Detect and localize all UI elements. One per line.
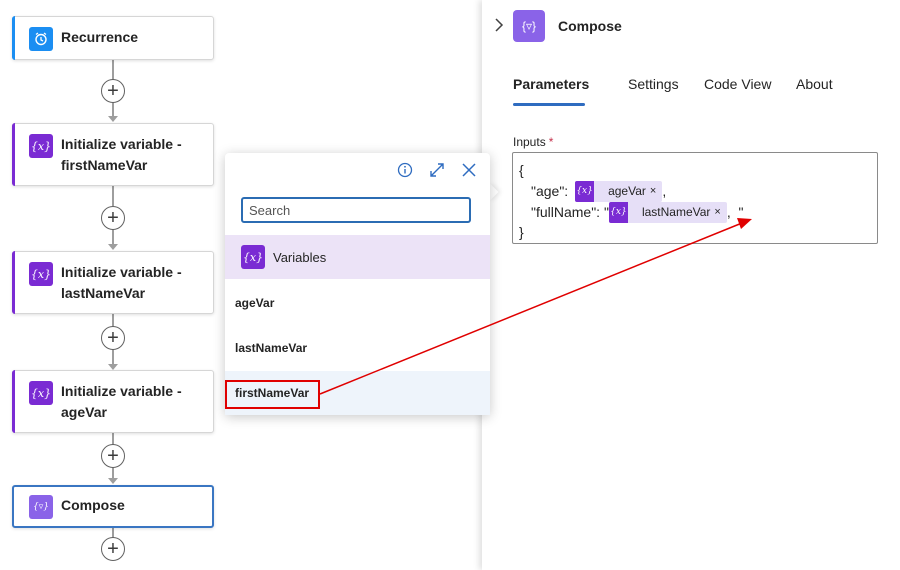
variable-icon: {x} [29, 134, 53, 158]
card-title: Recurrence [61, 29, 139, 45]
variables-section-header[interactable]: {x} Variables [225, 235, 490, 279]
info-icon[interactable] [396, 161, 414, 179]
add-step-button[interactable]: + [101, 444, 125, 468]
add-step-button[interactable]: + [101, 79, 125, 103]
active-tab-indicator [513, 103, 585, 106]
tab-settings[interactable]: Settings [628, 76, 679, 92]
variable-icon: {x} [29, 262, 53, 286]
clock-icon [29, 27, 53, 51]
card-title: Initialize variable - ageVar [61, 383, 182, 420]
action-card-compose[interactable]: {▿} Compose [12, 485, 214, 528]
variable-token-lastnamevar[interactable]: {x} lastNameVar × [608, 201, 727, 223]
variable-icon: {x} [575, 180, 595, 202]
add-step-button[interactable]: + [101, 206, 125, 230]
plus-icon: + [107, 327, 119, 349]
variable-item-lastnamevar[interactable]: lastNameVar [225, 326, 490, 370]
card-title: Initialize variable - lastNameVar [61, 264, 182, 301]
popup-toolbar [396, 161, 478, 179]
plus-icon: + [107, 538, 119, 560]
highlight-box [225, 380, 320, 409]
panel-title: Compose [558, 18, 622, 34]
remove-token-icon[interactable]: × [714, 206, 726, 218]
search-input[interactable] [241, 197, 471, 223]
editor-line: "fullName": " {x} lastNameVar × , " [531, 201, 743, 223]
connector-line [112, 228, 114, 244]
compose-icon: {▿} [513, 10, 545, 42]
remove-token-icon[interactable]: × [650, 185, 662, 197]
tab-code-view[interactable]: Code View [704, 76, 771, 92]
inputs-label: Inputs * [513, 135, 554, 149]
action-details-panel: {▿} Compose Parameters Settings Code Vie… [482, 0, 900, 570]
variable-icon: {x} [608, 201, 628, 223]
card-title: Initialize variable - firstNameVar [61, 136, 182, 173]
connector-arrow [108, 478, 118, 484]
plus-icon: + [107, 207, 119, 229]
variable-item-agevar[interactable]: ageVar [225, 281, 490, 325]
inputs-editor[interactable]: { "age": {x} ageVar × , "fullName": " {x… [512, 152, 878, 244]
add-step-button[interactable]: + [101, 326, 125, 350]
plus-icon: + [107, 445, 119, 467]
variable-token-agevar[interactable]: {x} ageVar × [575, 180, 663, 202]
variable-icon: {x} [29, 381, 53, 405]
connector-line [112, 348, 114, 364]
editor-line: { [519, 162, 524, 178]
dynamic-content-popup: {x} Variables ageVar lastNameVar firstNa… [225, 153, 490, 415]
action-card-init-firstnamevar[interactable]: {x} Initialize variable - firstNameVar [12, 123, 214, 186]
connector-line [112, 60, 114, 80]
add-step-button[interactable]: + [101, 537, 125, 561]
action-card-recurrence[interactable]: Recurrence [12, 16, 214, 60]
action-card-init-lastnamevar[interactable]: {x} Initialize variable - lastNameVar [12, 251, 214, 314]
expand-icon[interactable] [428, 161, 446, 179]
plus-icon: + [107, 80, 119, 102]
editor-line: "age": {x} ageVar × , [531, 180, 666, 202]
variable-icon: {x} [241, 245, 265, 269]
connector-arrow [108, 244, 118, 250]
card-title: Compose [61, 497, 125, 513]
action-card-init-agevar[interactable]: {x} Initialize variable - ageVar [12, 370, 214, 433]
close-icon[interactable] [460, 161, 478, 179]
chevron-right-icon[interactable] [494, 18, 504, 37]
compose-icon: {▿} [29, 495, 53, 519]
tab-about[interactable]: About [796, 76, 833, 92]
connector-arrow [108, 116, 118, 122]
connector-line [112, 186, 114, 206]
tab-parameters[interactable]: Parameters [513, 76, 589, 92]
editor-line: } [519, 224, 524, 240]
